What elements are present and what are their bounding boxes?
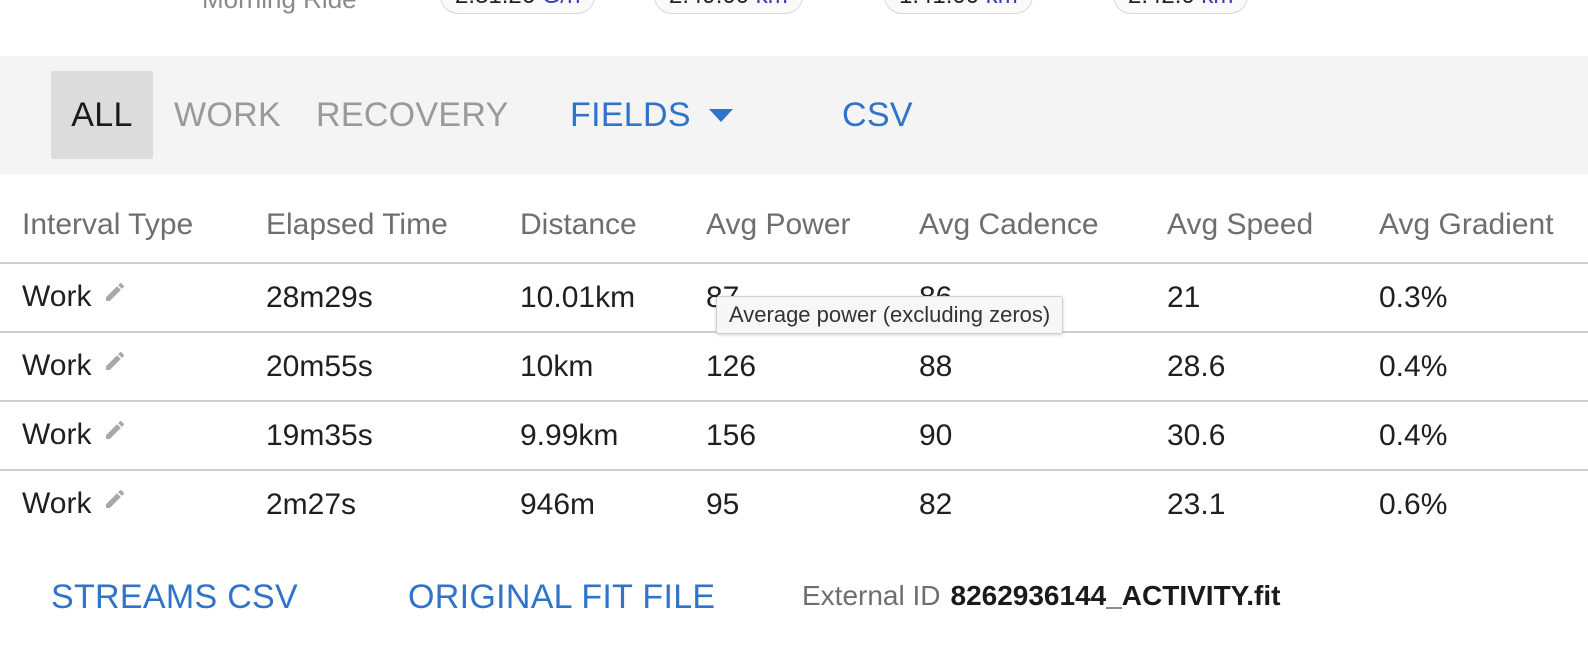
external-id-label: External ID [802,580,941,611]
elapsed-time-cell: 19m35s [266,401,520,471]
pencil-icon[interactable] [103,416,127,450]
activity-summary-strip: Morning Ride 2:31:26 G/h 2:49:00 km 1:41… [0,0,1588,56]
column-header[interactable]: Avg Power [706,188,919,264]
interval-type: Work [22,417,92,451]
distance-cell: 9.99km [520,401,706,471]
column-header[interactable]: Avg Cadence [919,188,1167,264]
avg-gradient-cell: 0.3% [1379,263,1588,333]
column-header[interactable]: Elapsed Time [266,188,520,264]
summary-chip[interactable]: 2:49:00 km [654,0,803,14]
avg-cadence-cell: 90 [919,401,1167,471]
intervals-table: Interval Type Elapsed Time Distance Avg … [0,188,1588,538]
external-id: External ID 8262936144_ACTIVITY.fit [802,580,1280,612]
summary-chip[interactable]: 2:31:26 G/h [440,0,596,14]
chip-unit: G/h [542,0,581,9]
distance-cell: 946m [520,487,596,521]
tab-recovery[interactable]: RECOVERY [316,71,509,159]
interval-type-cell: Work [0,263,266,333]
chip-unit: km [986,0,1018,9]
interval-type-cell: Work [0,401,266,471]
summary-chip[interactable]: 1:41:00 km [884,0,1033,14]
column-header[interactable]: Avg Speed [1167,188,1379,264]
column-header[interactable]: Avg Gradient [1379,188,1588,264]
avg-gradient-cell: 0.6% [1379,487,1448,521]
avg-speed-cell: 28.6 [1167,332,1379,402]
external-id-value: 8262936144_ACTIVITY.fit [950,580,1281,611]
column-header[interactable]: Distance [520,188,706,264]
tab-all[interactable]: ALL [51,71,153,159]
avg-speed-cell: 23.1 [1167,487,1226,521]
chip-value: 2:42:0 [1128,0,1195,9]
summary-chip[interactable]: 2:42:0 km [1113,0,1249,14]
avg-cadence-cell: 82 [919,487,953,521]
avg-power-cell: 95 [706,487,740,521]
interval-type: Work [22,279,92,313]
table-header-row: Interval Type Elapsed Time Distance Avg … [0,188,1588,264]
table-row[interactable]: Work 19m35s 9.99km 156 90 30.6 0.4% [0,401,1588,471]
avg-speed-cell: 21 [1167,263,1379,333]
intervals-toolbar: ALL WORK RECOVERY FIELDS CSV [0,56,1588,174]
avg-gradient-cell: 0.4% [1379,332,1588,402]
caret-down-icon [708,108,733,122]
pencil-icon[interactable] [103,485,127,519]
elapsed-time-cell: 20m55s [266,332,520,402]
column-header[interactable]: Interval Type [0,188,266,264]
avg-cadence-cell: 88 [919,332,1167,402]
tab-work[interactable]: WORK [174,71,281,159]
csv-button[interactable]: CSV [842,71,913,159]
table-row[interactable]: Work 20m55s 10km 126 88 28.6 0.4% [0,332,1588,402]
avg-gradient-cell: 0.4% [1379,401,1588,471]
elapsed-time-cell: 28m29s [266,263,520,333]
chip-value: 1:41:00 [899,0,979,9]
avg-power-tooltip: Average power (excluding zeros) [716,296,1064,334]
elapsed-time-cell: 2m27s [266,487,357,521]
chip-unit: km [1201,0,1233,9]
interval-type-cell: Work [0,332,266,402]
original-fit-file-link[interactable]: ORIGINAL FIT FILE [408,578,715,617]
interval-type: Work [22,486,92,520]
chip-unit: km [756,0,788,9]
interval-type: Work [22,348,92,382]
chip-value: 2:49:00 [669,0,749,9]
table-row[interactable]: Work 2m27s 946m 95 82 23.1 0.6% [0,470,1588,538]
distance-cell: 10.01km [520,263,706,333]
avg-power-cell: 126 [706,332,919,402]
distance-cell: 10km [520,332,706,402]
activity-name: Morning Ride [202,0,357,15]
avg-speed-cell: 30.6 [1167,401,1379,471]
fields-label: FIELDS [570,96,691,134]
avg-power-cell: 156 [706,401,919,471]
pencil-icon[interactable] [103,278,127,312]
streams-csv-link[interactable]: STREAMS CSV [51,578,298,617]
interval-type-cell: Work [0,470,266,538]
pencil-icon[interactable] [103,347,127,381]
chip-value: 2:31:26 [455,0,535,9]
fields-dropdown-button[interactable]: FIELDS [570,71,733,159]
